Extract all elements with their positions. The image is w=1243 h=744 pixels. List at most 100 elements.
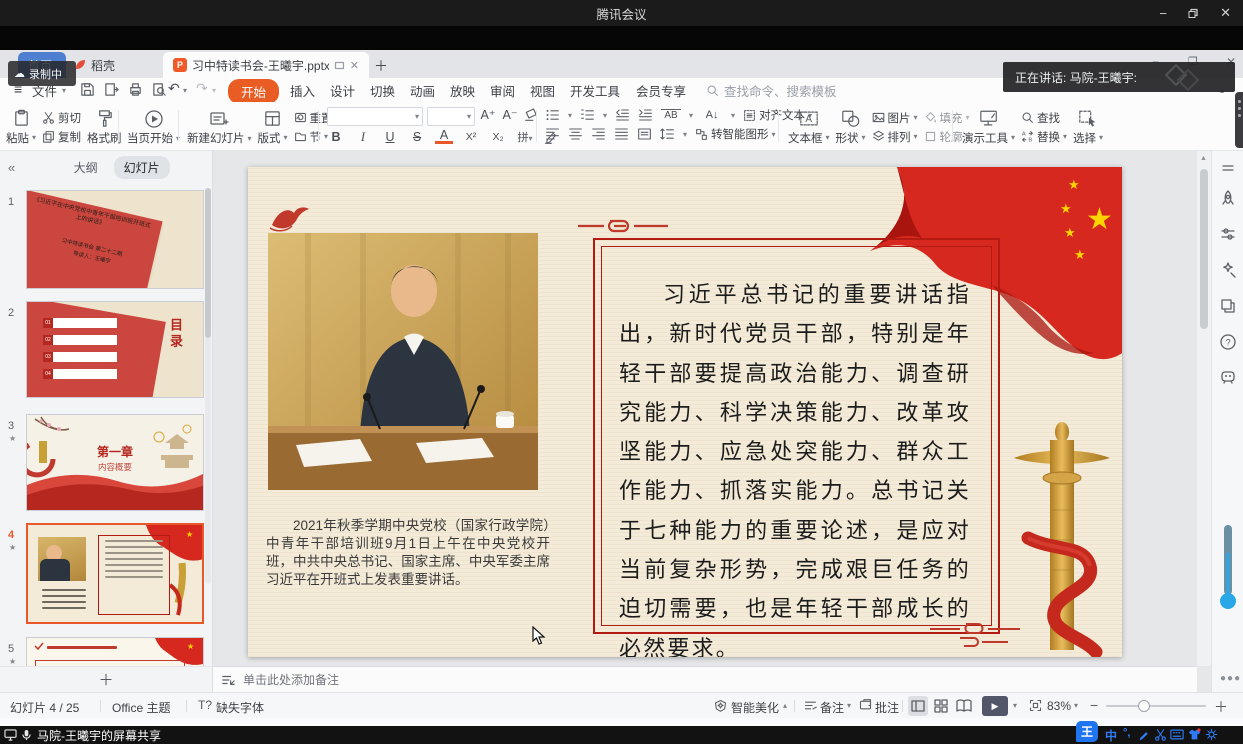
- slideshow-dropdown-icon[interactable]: ▾: [1013, 702, 1017, 710]
- zoom-level[interactable]: 83%: [1047, 699, 1071, 713]
- comment-label[interactable]: 批注: [875, 699, 899, 716]
- slide-thumbnail-3[interactable]: 第一章 内容概要: [26, 414, 204, 511]
- notes-toggle-label[interactable]: 备注: [820, 699, 844, 716]
- fit-window-icon[interactable]: [1028, 698, 1043, 713]
- present-tools-button[interactable]: 演示工具▾: [962, 109, 1015, 145]
- shapes-button[interactable]: 形状▾: [836, 109, 866, 145]
- theme-name[interactable]: Office 主题: [112, 699, 170, 716]
- font-size-select[interactable]: ▾: [427, 107, 475, 126]
- italic-button[interactable]: I: [354, 130, 372, 145]
- output-icon[interactable]: [104, 82, 119, 97]
- line-spacing-icon[interactable]: [660, 127, 675, 141]
- align-left-icon[interactable]: [545, 127, 560, 141]
- ime-clip-icon[interactable]: [1154, 728, 1167, 741]
- undo-icon[interactable]: ↶: [168, 80, 180, 97]
- magic-wand-icon[interactable]: [1219, 261, 1237, 279]
- meeting-restore-button[interactable]: [1188, 0, 1199, 26]
- justify-icon[interactable]: [614, 127, 629, 141]
- new-tab-button[interactable]: ＋: [374, 56, 388, 76]
- font-family-select[interactable]: ▾: [327, 107, 423, 126]
- slideshow-button[interactable]: ▶: [982, 696, 1008, 716]
- duplicate-window-icon[interactable]: [1219, 297, 1237, 315]
- zoom-dropdown-icon[interactable]: ▾: [1074, 702, 1078, 710]
- missing-font-label[interactable]: 缺失字体: [216, 699, 264, 716]
- slide-thumbnail-1[interactable]: 《习近平在中央党校中青年干部培训班开班式上的讲话》 习中特读书会 第二十二期 导…: [26, 190, 204, 289]
- tab-preview-icon[interactable]: [334, 60, 345, 71]
- slide-body-text[interactable]: 习近平总书记的重要讲话指出，新时代党员干部，特别是年轻干部要提高政治能力、调查研…: [619, 276, 971, 657]
- help-icon[interactable]: ?: [1219, 333, 1237, 351]
- slide-4[interactable]: ★ ★ ★ ★ ★: [248, 167, 1122, 657]
- menu-transition[interactable]: 切换: [370, 81, 395, 100]
- menu-member[interactable]: 会员专享: [636, 81, 686, 100]
- new-slide-button[interactable]: 新建幻灯片▾: [187, 109, 252, 146]
- zoom-in-button[interactable]: ＋: [1214, 697, 1228, 717]
- zoom-slider-track[interactable]: [1106, 705, 1206, 707]
- zoom-slider-knob[interactable]: [1138, 700, 1150, 712]
- tab-slides[interactable]: 幻灯片: [114, 156, 170, 179]
- print-icon[interactable]: [128, 82, 143, 97]
- ime-settings-icon[interactable]: [1205, 728, 1218, 741]
- menu-animation[interactable]: 动画: [410, 81, 435, 100]
- redo-dropdown-icon[interactable]: ▾: [212, 86, 216, 95]
- menu-home[interactable]: 开始: [228, 79, 279, 104]
- ime-language-toggle[interactable]: 中: [1105, 727, 1117, 744]
- meeting-minimize-button[interactable]: −: [1159, 0, 1167, 26]
- format-painter-button[interactable]: 格式刷: [87, 109, 122, 146]
- subscript-button[interactable]: X₂: [489, 131, 507, 143]
- ime-keyboard-icon[interactable]: [1170, 729, 1184, 740]
- text-direction-icon[interactable]: AB: [661, 109, 681, 121]
- ime-skin-icon[interactable]: [1188, 728, 1201, 741]
- tab-outline[interactable]: 大纲: [64, 156, 108, 179]
- editing-canvas[interactable]: ★ ★ ★ ★ ★: [213, 151, 1197, 666]
- zoom-out-button[interactable]: −: [1090, 697, 1098, 713]
- add-slide-row[interactable]: ＋: [0, 666, 213, 692]
- textbox-button[interactable]: A 文本框▾: [788, 109, 830, 145]
- find-button[interactable]: 查找: [1021, 110, 1067, 125]
- increase-indent-icon[interactable]: [638, 108, 653, 122]
- thermometer-widget[interactable]: [1218, 523, 1238, 611]
- save-icon[interactable]: [80, 82, 95, 97]
- replace-button[interactable]: AB 替换▾: [1021, 129, 1067, 144]
- sidebar-scrollbar[interactable]: [205, 188, 211, 584]
- menu-slideshow[interactable]: 放映: [450, 81, 475, 100]
- view-sorter-icon[interactable]: [931, 696, 951, 716]
- increase-font-button[interactable]: A⁺: [479, 107, 497, 126]
- view-reading-icon[interactable]: [954, 696, 974, 716]
- view-normal-button[interactable]: [908, 696, 928, 716]
- notes-placeholder[interactable]: 单击此处添加备注: [243, 671, 339, 688]
- vertical-text-icon[interactable]: A↓: [701, 109, 723, 121]
- underline-button[interactable]: U: [381, 130, 399, 144]
- font-color-button[interactable]: A: [435, 130, 453, 144]
- xi-jinping-photo[interactable]: [268, 233, 538, 490]
- cut-button[interactable]: 剪切: [42, 110, 81, 125]
- add-slide-icon[interactable]: ＋: [98, 669, 113, 690]
- picture-button[interactable]: 图片▾: [872, 110, 918, 125]
- to-smartart-button[interactable]: 转智能图形▾: [695, 127, 776, 142]
- play-from-current-button[interactable]: 当页开始▾: [127, 109, 180, 146]
- distribute-icon[interactable]: [637, 127, 652, 141]
- comment-icon[interactable]: [858, 698, 873, 713]
- arrange-button[interactable]: 排列▾: [872, 129, 918, 144]
- undo-dropdown-icon[interactable]: ▾: [183, 86, 187, 95]
- ime-logo-badge[interactable]: 王: [1076, 721, 1098, 742]
- service-robot-icon[interactable]: [1219, 367, 1237, 385]
- print-preview-icon[interactable]: [152, 82, 167, 97]
- menu-insert[interactable]: 插入: [290, 81, 315, 100]
- copy-button[interactable]: 复制: [42, 129, 81, 144]
- canvas-scrollbar[interactable]: ▲: [1197, 151, 1211, 666]
- command-search-field[interactable]: 查找命令、搜索模板: [724, 81, 837, 100]
- beautify-icon[interactable]: [713, 698, 728, 713]
- bullets-icon[interactable]: [545, 108, 560, 122]
- bold-button[interactable]: B: [327, 130, 345, 144]
- slide-thumbnail-4-current[interactable]: ★: [26, 523, 204, 624]
- scrollbar-thumb[interactable]: [1200, 169, 1208, 329]
- align-center-icon[interactable]: [568, 127, 583, 141]
- ime-handwriting-icon[interactable]: [1138, 728, 1151, 741]
- phonetic-guide-icon[interactable]: 拼▾: [516, 129, 534, 145]
- decrease-font-button[interactable]: A⁻: [501, 107, 519, 126]
- slide-thumbnail-2[interactable]: 目录 01 02 03 04: [26, 301, 204, 398]
- beautify-label[interactable]: 智能美化: [731, 699, 779, 716]
- notes-bar[interactable]: 单击此处添加备注: [213, 666, 1197, 692]
- tab-close-icon[interactable]: ✕: [350, 59, 359, 72]
- meeting-close-button[interactable]: ✕: [1220, 0, 1231, 26]
